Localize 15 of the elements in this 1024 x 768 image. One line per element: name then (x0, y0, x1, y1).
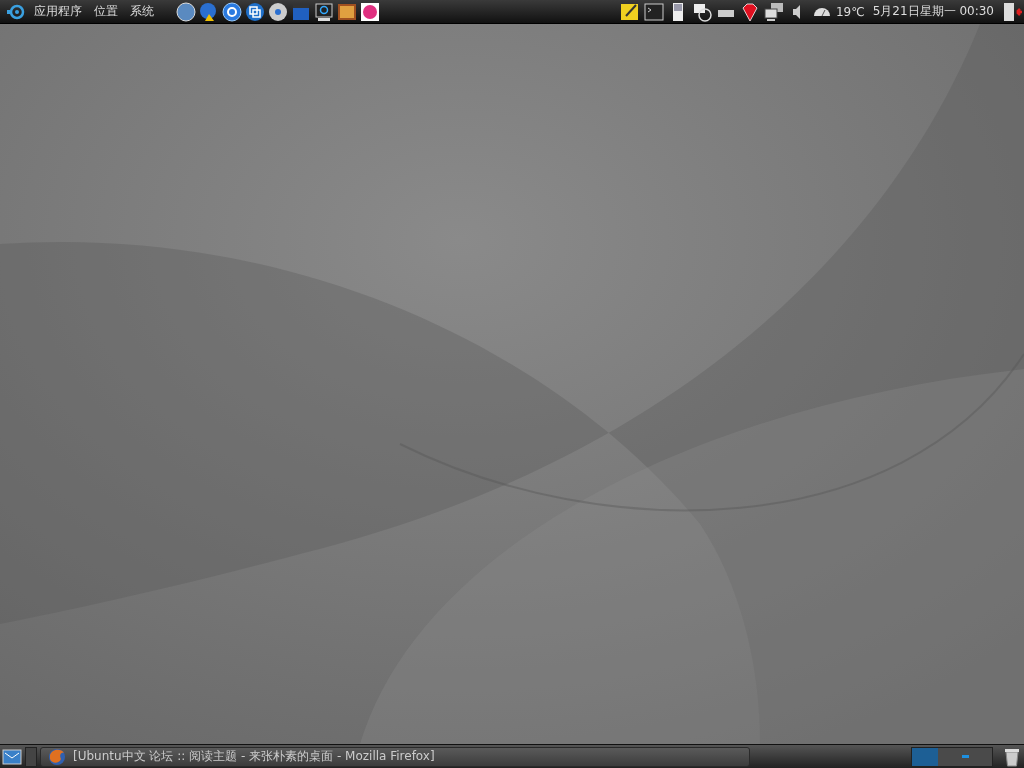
menu-item[interactable]: 系统 (126, 3, 158, 20)
menu-item[interactable]: 应用程序 (30, 3, 86, 20)
network-icon[interactable] (763, 1, 784, 22)
terminal-icon[interactable] (643, 1, 664, 22)
temperature: 19℃ (835, 4, 865, 19)
show-desktop-icon[interactable] (2, 746, 22, 767)
menu-item[interactable]: 位置 (90, 3, 122, 20)
windows-icon[interactable] (245, 1, 265, 22)
clock[interactable]: 5月21日星期一 00:30 (872, 3, 994, 20)
taskbar-button[interactable]: [Ubuntu中文 论坛 :: 阅读主题 - 来张朴素的桌面 - Mozilla Firefox] (40, 746, 750, 767)
panel-handle[interactable] (25, 746, 37, 767)
shapes-icon[interactable] (691, 1, 712, 22)
workspace[interactable] (912, 747, 938, 766)
note-icon[interactable] (619, 1, 640, 22)
trash-icon[interactable] (1002, 746, 1022, 767)
